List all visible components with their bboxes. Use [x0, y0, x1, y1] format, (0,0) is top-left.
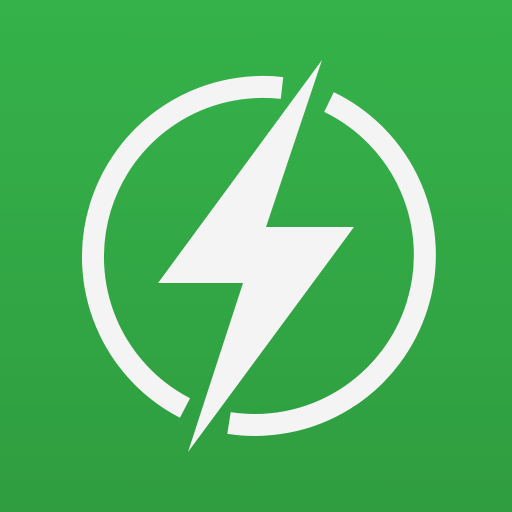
lightning-bolt-power-icon — [82, 60, 436, 452]
lightning-bolt-shape — [158, 60, 354, 452]
app-icon — [0, 0, 512, 512]
